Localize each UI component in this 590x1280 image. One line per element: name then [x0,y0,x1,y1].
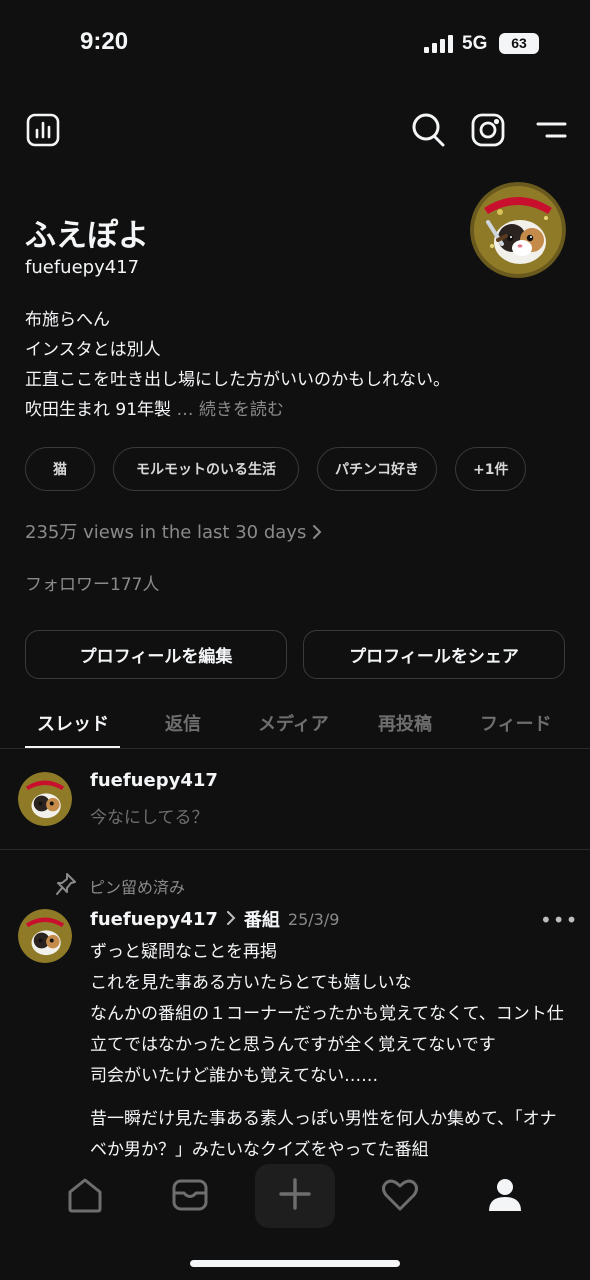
chevron-right-icon [312,522,322,543]
profile-name: ふえぽよ [25,218,149,254]
bio-line: 正直ここを吐き出し場にした方がいいのかもしれない。 [25,370,450,390]
post-line: 昔一瞬だけ見た事ある素人っぽい男性を何人か集めて、「オナベか男か？」みたいなクイ… [90,1109,557,1160]
avatar[interactable] [18,909,72,963]
tab-threads[interactable]: スレッド [37,710,109,736]
interest-tags: 猫 モルモットのいる生活 パチンコ好き +1件 [25,447,527,491]
share-profile-button[interactable]: プロフィールをシェア [303,630,565,679]
profile-handle: fuefuepy417 [25,257,140,278]
bio-line: 吹田生まれ 91年製 [25,400,172,420]
top-bar [0,112,590,154]
tab-feeds[interactable]: フィード [480,710,552,736]
followers-count[interactable]: フォロワー177人 [25,570,159,595]
battery-level: 63 [499,33,539,54]
post-date: 25/3/9 [287,909,340,929]
post-header: fuefuepy417 番組 25/3/9 [90,906,339,932]
edit-profile-button[interactable]: プロフィールを編集 [25,630,287,679]
tag-chip-more[interactable]: +1件 [455,447,527,491]
network-type: 5G [462,33,488,54]
heart-icon[interactable] [360,1160,440,1230]
search-icon[interactable] [410,112,446,148]
tab-reposts[interactable]: 再投稿 [378,710,432,736]
bio-line: 布施らへん [25,310,110,330]
signal-icon [424,35,454,57]
chevron-right-icon [226,910,236,929]
status-bar: 9:20 5G 63 [0,0,590,90]
bottom-nav [0,1160,590,1240]
read-more-link[interactable]: 続きを読む [199,400,284,420]
post-line: ずっと疑問なことを再掲 [90,942,277,962]
tab-replies[interactable]: 返信 [165,710,201,736]
composer[interactable]: fuefuepy417 今なにしてる？ [0,750,590,850]
tag-chip[interactable]: モルモットのいる生活 [113,447,299,491]
insights-icon[interactable] [25,112,61,148]
post-body[interactable]: ずっと疑問なことを再掲 これを見た事ある方いたらとても嬉しいな なんかの番組の１… [90,937,570,1166]
composer-input[interactable]: 今なにしてる？ [90,803,209,828]
tab-media[interactable]: メディア [258,710,329,736]
post-username[interactable]: fuefuepy417 [90,909,218,930]
post-line: なんかの番組の１コーナーだったかも覚えてなくて、コント仕立てではなかったと思うん… [90,1004,564,1055]
inbox-icon[interactable] [150,1160,230,1230]
views-insight[interactable]: 235万 views in the last 30 days [25,518,322,544]
bio: 布施らへん インスタとは別人 正直ここを吐き出し場にした方がいいのかもしれない。… [25,305,450,425]
views-text: 235万 views in the last 30 days [25,522,307,543]
bio-line: インスタとは別人 [25,340,161,360]
post-line: 司会がいたけど誰かも覚えてない…… [90,1066,379,1086]
avatar [18,772,72,826]
post-line: これを見た事ある方いたらとても嬉しいな [90,973,412,993]
tag-chip[interactable]: 猫 [25,447,95,491]
pinned-indicator: ピン留め済み [55,872,185,900]
post-topic[interactable]: 番組 [244,906,280,932]
pin-icon [55,872,77,900]
composer-username: fuefuepy417 [90,770,218,791]
tag-chip[interactable]: パチンコ好き [317,447,437,491]
new-thread-button[interactable] [255,1164,335,1228]
home-indicator [190,1260,400,1267]
status-time: 9:20 [80,28,129,55]
more-options-icon[interactable]: ••• [540,908,578,932]
pinned-label: ピン留め済み [89,878,186,897]
plus-icon [278,1177,312,1215]
avatar[interactable] [470,182,566,278]
active-tab-indicator [25,746,120,748]
profile-tabs: スレッド 返信 メディア 再投稿 フィード [0,700,590,749]
home-icon[interactable] [45,1160,125,1230]
instagram-icon[interactable] [470,112,506,148]
menu-icon[interactable] [532,112,568,148]
profile-icon[interactable] [465,1160,545,1230]
